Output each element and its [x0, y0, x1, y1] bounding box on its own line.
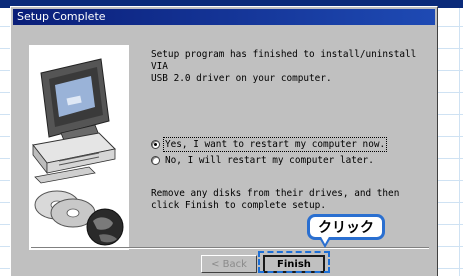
- restart-later-label[interactable]: No, I will restart my computer later.: [165, 155, 374, 166]
- title-bar: Setup Complete: [13, 9, 435, 25]
- callout-tail-inner: [320, 235, 330, 244]
- restart-now-option[interactable]: Yes, I want to restart my computer now.: [151, 137, 388, 152]
- restart-now-radio[interactable]: [151, 140, 160, 149]
- button-separator: [31, 247, 429, 249]
- finish-message: Setup program has finished to install/un…: [151, 49, 417, 84]
- restart-later-option[interactable]: No, I will restart my computer later.: [151, 155, 374, 166]
- back-button[interactable]: < Back: [201, 255, 257, 273]
- restart-now-label[interactable]: Yes, I want to restart my computer now.: [162, 137, 388, 152]
- remove-disks-message: Remove any disks from their drives, and …: [151, 188, 400, 211]
- finish-highlight-box: [258, 251, 330, 273]
- window-title: Setup Complete: [17, 10, 106, 23]
- click-callout: クリック: [307, 214, 385, 240]
- restart-later-radio[interactable]: [151, 156, 160, 165]
- globe-icon: [86, 208, 124, 246]
- setup-illustration: [29, 45, 129, 250]
